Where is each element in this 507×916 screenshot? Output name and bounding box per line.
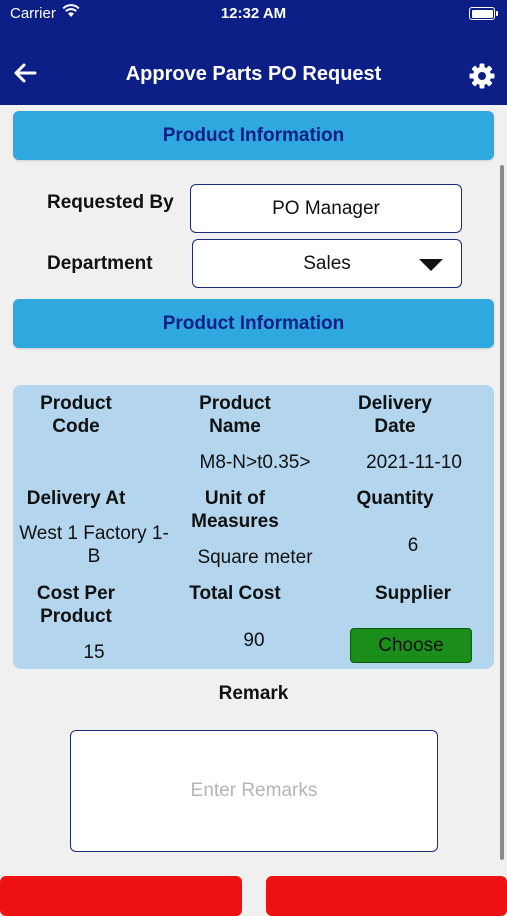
total-cost-value: 90 [243, 630, 265, 651]
cost-per-product-value: 15 [83, 642, 105, 663]
product-name-label: Product Name [199, 393, 271, 437]
requested-by-label: Requested By [47, 192, 174, 213]
total-cost-label: Total Cost [189, 583, 281, 604]
department-label: Department [47, 253, 153, 274]
department-value: Sales [303, 252, 351, 274]
remark-label: Remark [218, 683, 289, 704]
gear-icon[interactable] [469, 63, 495, 89]
bottom-action-button-right[interactable] [266, 876, 507, 916]
product-information-button-2[interactable]: Product Information [13, 299, 494, 348]
delivery-date-label: Delivery Date [358, 393, 432, 437]
cost-per-product-label: Cost Per Product [36, 583, 116, 627]
status-bar: Carrier 12:32 AM [0, 0, 507, 28]
supplier-label: Supplier [374, 583, 451, 604]
app-header: Carrier 12:32 AM Approve Parts PO Reques… [0, 0, 507, 105]
quantity-value: 6 [407, 535, 419, 556]
product-information-button[interactable]: Product Information [13, 111, 494, 160]
battery-icon [469, 7, 498, 20]
product-code-label: Product Code [40, 393, 112, 437]
delivery-at-label: Delivery At [26, 488, 126, 509]
bottom-action-button-left[interactable] [0, 876, 242, 916]
quantity-label: Quantity [356, 488, 434, 509]
remarks-placeholder: Enter Remarks [190, 780, 318, 801]
department-dropdown[interactable]: Sales [192, 239, 462, 288]
page-title: Approve Parts PO Request [125, 63, 382, 85]
choose-supplier-button[interactable]: Choose [350, 628, 472, 663]
requested-by-field[interactable]: PO Manager [190, 184, 462, 233]
remarks-input[interactable]: Enter Remarks [70, 730, 438, 852]
unit-of-measures-label: Unit of Measures [191, 488, 279, 532]
clock: 12:32 AM [220, 5, 287, 22]
delivery-at-value: West 1 Factory 1- B [19, 523, 169, 567]
product-name-value: M8-N>t0.35> [199, 452, 311, 473]
delivery-date-value: 2021-11-10 [366, 452, 462, 473]
scrollbar[interactable] [500, 165, 504, 860]
chevron-down-icon [419, 259, 443, 271]
unit-of-measures-value: Square meter [197, 547, 313, 568]
